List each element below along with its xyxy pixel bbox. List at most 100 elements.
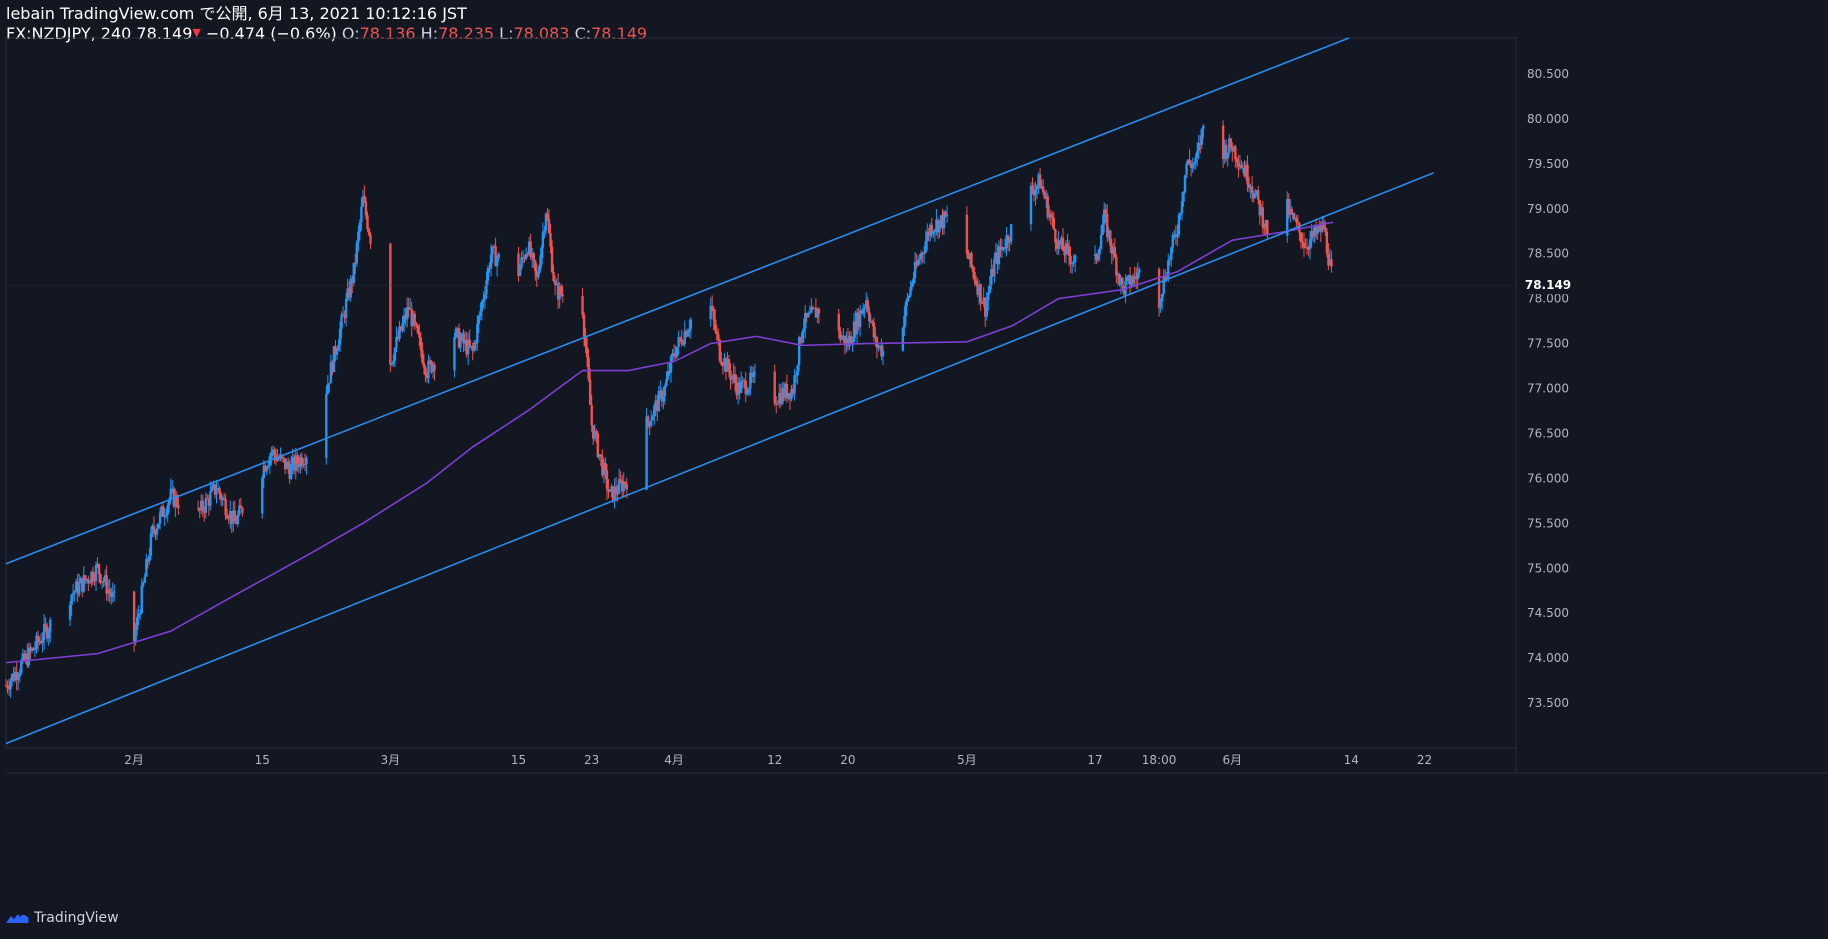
candle-body bbox=[733, 374, 737, 383]
candle-body bbox=[1253, 193, 1257, 199]
time-tick-label: 17 bbox=[1087, 753, 1102, 767]
candle-body bbox=[1171, 235, 1175, 248]
candle-body bbox=[680, 338, 683, 344]
price-tick-label: 76.500 bbox=[1527, 426, 1569, 440]
candle-body bbox=[1176, 234, 1179, 237]
candle-body bbox=[532, 253, 535, 261]
candle-body bbox=[215, 490, 218, 495]
candle-body bbox=[1179, 213, 1182, 215]
candle-body bbox=[1006, 235, 1010, 243]
candle-body bbox=[9, 680, 12, 690]
candle-body bbox=[282, 457, 285, 459]
price-tick-label: 73.500 bbox=[1527, 696, 1569, 710]
candle-body bbox=[454, 328, 458, 338]
candle-body bbox=[727, 358, 731, 371]
candle-body bbox=[932, 231, 935, 235]
candle-body bbox=[581, 296, 584, 315]
candle-body bbox=[1324, 228, 1327, 232]
candle-body bbox=[739, 381, 743, 393]
candle-body bbox=[663, 385, 667, 397]
candle-body bbox=[161, 506, 165, 517]
candle-body bbox=[94, 565, 98, 581]
candle-body bbox=[1202, 125, 1205, 129]
candle-body bbox=[793, 375, 796, 394]
candle-body bbox=[1194, 157, 1197, 164]
candle-body bbox=[903, 315, 906, 329]
candle-body bbox=[328, 382, 331, 385]
candle-body bbox=[970, 252, 973, 267]
candle-body bbox=[987, 292, 990, 301]
candle-body bbox=[662, 396, 665, 402]
candlestick-series bbox=[4, 120, 1516, 698]
candle-body bbox=[1101, 224, 1104, 236]
candle-body bbox=[904, 302, 908, 316]
candle-body bbox=[305, 457, 308, 465]
candle-body bbox=[1054, 229, 1057, 243]
candle-body bbox=[44, 624, 47, 627]
candle-body bbox=[204, 498, 208, 513]
candle-body bbox=[164, 514, 168, 516]
candle-body bbox=[979, 283, 982, 303]
candle-body bbox=[537, 271, 540, 278]
candle-body bbox=[390, 363, 394, 365]
candle-body bbox=[802, 328, 805, 333]
candle-body bbox=[393, 347, 397, 361]
candle-body bbox=[1235, 159, 1239, 163]
candle-body bbox=[17, 676, 20, 681]
time-tick-label: 22 bbox=[1417, 753, 1432, 767]
candle-body bbox=[1049, 213, 1052, 217]
candle-body bbox=[912, 278, 915, 284]
candle-body bbox=[47, 632, 50, 639]
price-tick-label: 78.500 bbox=[1527, 247, 1569, 261]
candle-body bbox=[669, 356, 673, 373]
price-chart[interactable]: 73.500 74.000 74.500 75.000 75.500 76.000 76.5… bbox=[0, 0, 1828, 939]
candle-body bbox=[1009, 224, 1013, 242]
candle-body bbox=[901, 328, 905, 351]
candle-body bbox=[1072, 262, 1075, 264]
candle-body bbox=[1074, 255, 1077, 263]
candle-body bbox=[367, 229, 371, 235]
candle-body bbox=[1061, 237, 1065, 251]
candle-body bbox=[817, 309, 821, 314]
candle-body bbox=[541, 232, 545, 248]
candle-body bbox=[910, 283, 914, 287]
candle-body bbox=[1138, 269, 1141, 273]
candle-body bbox=[1185, 163, 1188, 176]
candle-body bbox=[538, 264, 542, 272]
candle-body bbox=[366, 215, 369, 230]
candle-body bbox=[73, 591, 76, 594]
candle-body bbox=[1307, 248, 1310, 250]
candle-body bbox=[326, 384, 330, 394]
candle-body bbox=[945, 214, 949, 217]
candle-body bbox=[877, 346, 880, 348]
candle-body bbox=[993, 258, 996, 277]
price-tick-label: 80.500 bbox=[1527, 67, 1569, 81]
time-tick-label: 5月 bbox=[957, 753, 977, 767]
candle-body bbox=[1125, 277, 1129, 281]
time-tick-label: 20 bbox=[840, 753, 855, 767]
candle-body bbox=[111, 592, 114, 597]
candle-body bbox=[918, 259, 921, 261]
channel-line-upper bbox=[5, 37, 1350, 565]
candle-body bbox=[419, 337, 423, 351]
plot-border bbox=[5, 37, 1517, 749]
price-tick-label: 77.000 bbox=[1527, 382, 1569, 396]
candle-body bbox=[337, 344, 340, 351]
candle-body bbox=[338, 328, 342, 345]
time-tick-label: 15 bbox=[255, 753, 270, 767]
candle-body bbox=[473, 342, 476, 351]
time-axis[interactable]: 2月 15 3月 15 23 4月 12 20 5月 17 18:00 6月 14 22 bbox=[124, 753, 1432, 767]
candle-body bbox=[1159, 301, 1162, 308]
candle-body bbox=[965, 214, 969, 254]
trend-channel[interactable] bbox=[5, 37, 1434, 745]
candle-body bbox=[1290, 208, 1293, 213]
candle-body bbox=[518, 267, 522, 276]
price-axis[interactable]: 73.500 74.000 74.500 75.000 75.500 76.000 76.5… bbox=[1517, 67, 1571, 710]
candle-body bbox=[1188, 159, 1191, 164]
candle-body bbox=[1299, 232, 1303, 242]
price-tick-label: 75.500 bbox=[1527, 516, 1569, 530]
candle-body bbox=[543, 230, 546, 233]
candle-body bbox=[480, 301, 484, 312]
candle-body bbox=[907, 295, 911, 299]
candle-body bbox=[1113, 247, 1117, 258]
